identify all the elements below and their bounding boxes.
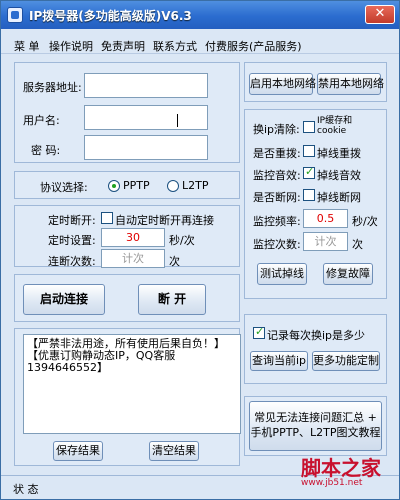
disconnect-button[interactable]: 断 开 <box>138 284 206 315</box>
menu-item-contact[interactable]: 联系方式 <box>153 38 197 54</box>
log-textarea[interactable]: 【严禁非法用途，所有使用后果自负！】 【优惠订购静动态IP，QQ客服139464… <box>23 334 241 434</box>
redial-option: 掉线重拨 <box>317 147 361 160</box>
status-label: 状 态 <box>13 483 39 496</box>
pptp-radio[interactable] <box>108 180 120 192</box>
timer-setting-label: 定时设置: <box>48 234 96 247</box>
monitor-frequency-input[interactable]: 0.5 <box>303 209 348 228</box>
close-button[interactable]: ✕ <box>365 5 395 24</box>
disable-network-button[interactable]: 禁用本地网络 <box>317 73 384 95</box>
password-input[interactable] <box>84 135 208 160</box>
more-features-button[interactable]: 更多功能定制 <box>312 351 380 371</box>
monitor-frequency-unit: 秒/次 <box>352 215 378 228</box>
offline-label: 是否断网: <box>253 191 301 204</box>
server-label: 服务器地址: <box>23 81 82 94</box>
test-disconnect-button[interactable]: 测试掉线 <box>257 263 307 285</box>
menu-item-disclaimer[interactable]: 免责声明 <box>101 38 145 54</box>
timer-value-input[interactable]: 30 <box>101 228 165 247</box>
window-title: IP拨号器(多功能高级版)V6.3 <box>29 9 192 23</box>
username-input[interactable] <box>84 105 208 130</box>
menu-item-instructions[interactable]: 操作说明 <box>49 38 93 54</box>
offline-checkbox[interactable] <box>303 189 315 201</box>
ip-clear-checkbox[interactable] <box>303 121 315 133</box>
l2tp-radio[interactable] <box>167 180 179 192</box>
disconnect-count-input[interactable]: 计次 <box>101 249 165 268</box>
auto-reconnect-label: 自动定时断开再连接 <box>115 214 214 227</box>
pptp-label: PPTP <box>123 179 150 192</box>
sound-option: 掉线音效 <box>317 169 361 182</box>
help-line-2: 手机PPTP、L2TP图文教程 <box>250 426 381 439</box>
disconnect-count-unit: 次 <box>169 255 180 268</box>
ip-clear-option: IP缓存和cookie <box>317 116 353 136</box>
app-icon <box>7 7 23 23</box>
menu-bar: 菜 单 操作说明 免责声明 联系方式 付费服务(产品服务) <box>1 36 399 54</box>
record-ip-label: 记录每次换ip是多少 <box>267 329 366 342</box>
monitor-count-input[interactable]: 计次 <box>303 232 348 251</box>
server-input[interactable] <box>84 73 208 98</box>
watermark-url: www.jb51.net <box>301 478 363 488</box>
save-results-button[interactable]: 保存结果 <box>53 441 103 461</box>
title-bar[interactable]: IP拨号器(多功能高级版)V6.3 ✕ <box>1 1 399 29</box>
auto-reconnect-checkbox[interactable] <box>101 212 113 224</box>
log-line: 【优惠订购静动态IP，QQ客服1394646552】 <box>27 349 176 374</box>
password-label: 密 码: <box>31 144 61 157</box>
watermark-text: 脚本之家 <box>301 456 381 480</box>
connect-button[interactable]: 启动连接 <box>23 284 105 315</box>
monitor-frequency-label: 监控频率: <box>253 215 301 228</box>
main-window: IP拨号器(多功能高级版)V6.3 ✕ 菜 单 操作说明 免责声明 联系方式 付… <box>0 0 400 500</box>
redial-label: 是否重拨: <box>253 147 301 160</box>
sound-checkbox[interactable] <box>303 165 315 179</box>
username-label: 用户名: <box>23 114 60 127</box>
menu-item-menu[interactable]: 菜 单 <box>14 38 40 54</box>
l2tp-label: L2TP <box>182 179 209 192</box>
close-icon: ✕ <box>374 6 386 21</box>
disconnect-count-label: 连断次数: <box>48 255 96 268</box>
text-caret <box>177 114 178 127</box>
timer-unit-label: 秒/次 <box>169 234 195 247</box>
sound-label: 监控音效: <box>253 169 301 182</box>
help-tutorial-button[interactable]: 常见无法连接问题汇总 + 手机PPTP、L2TP图文教程 <box>249 401 382 451</box>
redial-checkbox[interactable] <box>303 145 315 157</box>
record-panel <box>244 314 387 384</box>
offline-option: 掉线断网 <box>317 191 361 204</box>
ip-clear-label: 换ip清除: <box>253 123 300 136</box>
enable-network-button[interactable]: 启用本地网络 <box>249 73 316 95</box>
query-ip-button[interactable]: 查询当前ip <box>250 351 308 371</box>
monitor-count-unit: 次 <box>352 238 363 251</box>
timed-disconnect-label: 定时断开: <box>48 214 96 227</box>
protocol-label: 协议选择: <box>40 181 88 194</box>
help-line-1: 常见无法连接问题汇总 + <box>254 411 377 424</box>
repair-button[interactable]: 修复故障 <box>323 263 373 285</box>
menu-item-paid-service[interactable]: 付费服务(产品服务) <box>205 38 302 54</box>
record-ip-checkbox[interactable] <box>253 325 265 339</box>
monitor-count-label: 监控次数: <box>253 238 301 251</box>
clear-results-button[interactable]: 清空结果 <box>149 441 199 461</box>
